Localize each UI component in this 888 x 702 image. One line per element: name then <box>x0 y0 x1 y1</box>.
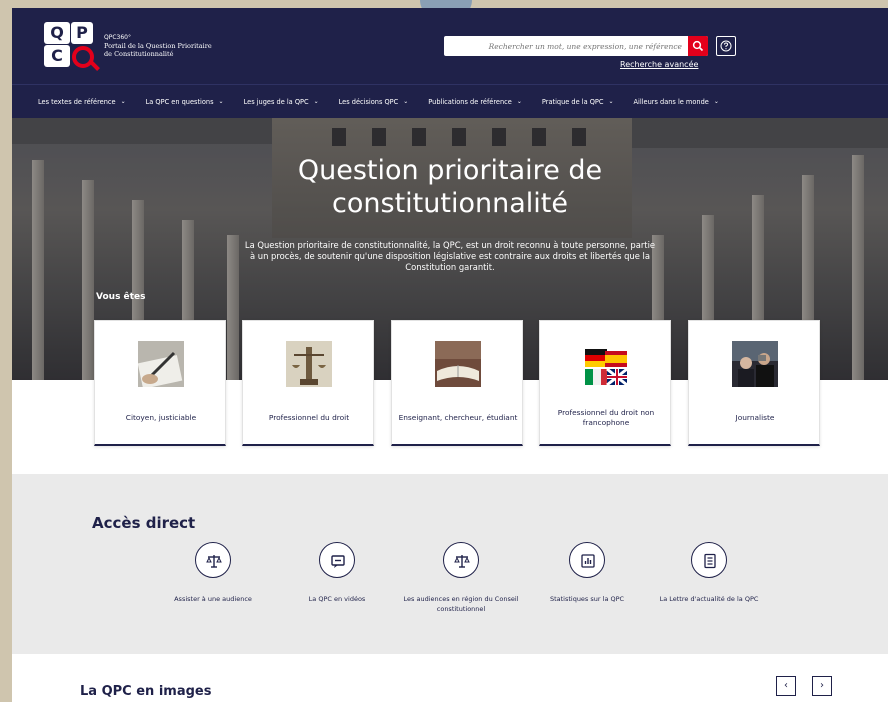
chevron-down-icon: ⌄ <box>516 98 522 105</box>
acces-item-label: La Lettre d'actualité de la QPC <box>659 595 759 603</box>
chevron-down-icon: ⌄ <box>713 98 719 105</box>
acces-item-label: Statistiques sur la QPC <box>549 595 625 603</box>
acces-item-circle <box>691 542 727 578</box>
logo-letter-p: P <box>71 22 93 44</box>
nav-item-label: Publications de référence <box>428 97 512 106</box>
acces-item-circle <box>195 542 231 578</box>
hero-title: Question prioritaire de constitutionnali… <box>297 155 603 219</box>
brand-subtitle-1: Portail de la Question Prioritaire <box>104 42 212 50</box>
help-icon <box>720 40 732 52</box>
nav-item-label: Les textes de référence <box>38 97 116 106</box>
chevron-down-icon: ⌄ <box>403 98 409 105</box>
nav-item-juges[interactable]: Les juges de la QPC ⌄ <box>244 98 319 106</box>
nav-item-textes[interactable]: Les textes de référence ⌄ <box>38 98 126 106</box>
books-image <box>435 341 481 387</box>
chevron-down-icon: ⌄ <box>313 98 319 105</box>
card-label: Enseignant, chercheur, étudiant <box>398 413 518 422</box>
nav-item-publications[interactable]: Publications de référence ⌄ <box>428 98 522 106</box>
acces-item-statistiques[interactable]: Statistiques sur la QPC <box>527 542 647 604</box>
card-citoyen[interactable]: Citoyen, justiciable <box>94 320 226 446</box>
acces-item-region[interactable]: Les audiences en région du Conseil const… <box>401 542 521 614</box>
acces-item-label: Assister à une audience <box>174 595 252 603</box>
chart-icon <box>581 554 595 568</box>
help-button[interactable] <box>716 36 736 56</box>
card-label: Journaliste <box>735 413 775 422</box>
flags-image <box>583 341 629 387</box>
nav-item-questions[interactable]: La QPC en questions ⌄ <box>146 98 224 106</box>
main-nav: Les textes de référence ⌄ La QPC en quest… <box>12 84 888 118</box>
acces-item-circle <box>569 542 605 578</box>
brand-name: QPC360° <box>104 34 131 41</box>
card-journaliste[interactable]: Journaliste <box>688 320 820 446</box>
logo-letter-q: Q <box>44 22 70 44</box>
page-frame: Q P C QPC360° Portail de la Question Pri… <box>12 8 888 702</box>
carousel-next-button[interactable]: › <box>812 676 832 696</box>
acces-item-circle <box>443 542 479 578</box>
card-label: Citoyen, justiciable <box>125 413 197 422</box>
site-header: Q P C QPC360° Portail de la Question Pri… <box>12 8 888 84</box>
acces-item-label: La QPC en vidéos <box>308 595 366 603</box>
search-box <box>444 36 708 56</box>
brand-subtitle-2: de Constitutionnalité <box>104 50 174 58</box>
chevron-down-icon: ⌄ <box>120 98 126 105</box>
logo-letter-c: C <box>44 45 70 67</box>
video-icon <box>331 555 345 568</box>
chevron-down-icon: ⌄ <box>218 98 224 105</box>
nav-item-decisions[interactable]: Les décisions QPC ⌄ <box>339 98 409 106</box>
search-input[interactable] <box>450 39 682 53</box>
nav-item-ailleurs[interactable]: Ailleurs dans le monde ⌄ <box>634 98 719 106</box>
nav-item-label: Les décisions QPC <box>338 97 399 106</box>
images-section-title: La QPC en images <box>80 684 212 699</box>
hero-description: La Question prioritaire de constitutionn… <box>244 240 656 272</box>
press-image <box>732 341 778 387</box>
acces-item-circle <box>319 542 355 578</box>
acces-item-label: Les audiences en région du Conseil const… <box>403 595 519 613</box>
brand-text: QPC360° Portail de la Question Prioritai… <box>104 34 212 58</box>
card-enseignant[interactable]: Enseignant, chercheur, étudiant <box>391 320 523 446</box>
carousel-prev-button[interactable]: ‹ <box>776 676 796 696</box>
card-label: Professionnel du droit non francophone <box>557 408 655 427</box>
nav-item-label: La QPC en questions <box>145 97 214 106</box>
acces-item-lettre[interactable]: La Lettre d'actualité de la QPC <box>649 542 769 604</box>
advanced-search-link[interactable]: Recherche avancée <box>620 60 698 69</box>
nav-item-label: Pratique de la QPC <box>541 97 604 106</box>
scales-icon <box>454 555 470 568</box>
magnifier-logo-icon <box>72 46 94 68</box>
acces-item-videos[interactable]: La QPC en vidéos <box>277 542 397 604</box>
nav-item-label: Les juges de la QPC <box>243 97 309 106</box>
nav-item-label: Ailleurs dans le monde <box>633 97 709 106</box>
card-non-francophone[interactable]: Professionnel du droit non francophone <box>539 320 671 446</box>
acces-item-audience[interactable]: Assister à une audience <box>153 542 273 604</box>
scales-icon <box>206 555 222 568</box>
justice-statue-image <box>286 341 332 387</box>
acces-direct-title: Accès direct <box>92 514 196 532</box>
acces-direct-section: Accès direct Assister à une audience La … <box>12 474 888 654</box>
search-button[interactable] <box>688 36 708 56</box>
site-logo[interactable]: Q P C <box>44 22 98 72</box>
pen-signing-image <box>138 341 184 387</box>
newsletter-icon <box>704 553 716 569</box>
card-label: Professionnel du droit <box>268 413 350 422</box>
search-icon <box>692 40 704 52</box>
card-professionnel[interactable]: Professionnel du droit <box>242 320 374 446</box>
nav-item-pratique[interactable]: Pratique de la QPC ⌄ <box>542 98 614 106</box>
you-are-label: Vous êtes <box>96 292 146 302</box>
audience-cards: Citoyen, justiciable Professionnel du dr… <box>94 320 822 448</box>
chevron-down-icon: ⌄ <box>608 98 614 105</box>
